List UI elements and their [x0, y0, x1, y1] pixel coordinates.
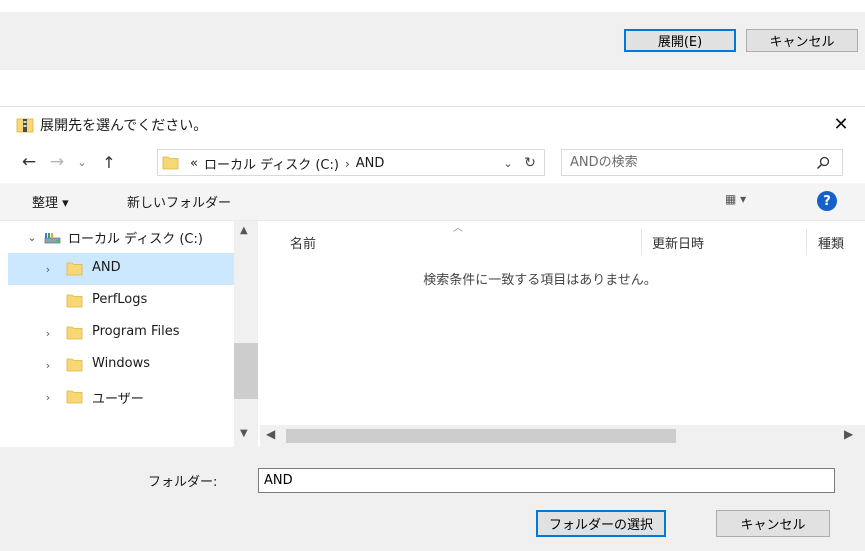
scrollbar-thumb[interactable] [286, 429, 676, 443]
folder-icon [162, 156, 179, 170]
tree-item-label: PerfLogs [92, 292, 148, 307]
breadcrumb-overflow[interactable]: « [190, 156, 198, 171]
recent-locations-chevron-icon[interactable]: ⌄ [74, 151, 90, 173]
new-folder-button[interactable]: 新しいフォルダー [127, 192, 231, 211]
tree-item-label: Windows [92, 356, 151, 371]
forward-arrow-icon[interactable]: → [46, 151, 68, 173]
chevron-right-icon[interactable]: › [42, 262, 54, 276]
refresh-icon[interactable]: ↻ [520, 153, 540, 173]
folder-icon [66, 358, 83, 372]
breadcrumb: « ローカル ディスク (C:) › AND [190, 154, 384, 173]
search-icon[interactable] [814, 154, 832, 172]
close-button[interactable]: ✕ [826, 110, 856, 138]
title-bar: 展開先を選んでください。 ✕ [0, 107, 865, 143]
dialog-footer: フォルダー: フォルダーの選択 キャンセル [0, 447, 865, 551]
scroll-down-icon[interactable]: ▼ [240, 428, 248, 439]
chevron-right-icon[interactable]: › [42, 326, 54, 340]
tree-item-label: ローカル ディスク (C:) [68, 232, 203, 247]
folder-icon [66, 390, 83, 404]
breadcrumb-local-disk[interactable]: ローカル ディスク (C:) [204, 154, 339, 173]
empty-message: 検索条件に一致する項目はありません。 [423, 273, 657, 288]
tree-item-program-files[interactable]: › Program Files [8, 317, 234, 349]
column-divider[interactable] [806, 229, 807, 255]
command-bar: 整理 ▾ 新しいフォルダー ▦ ▾ ? [0, 183, 865, 221]
expand-button[interactable]: 展開(E) [624, 29, 736, 52]
navigation-row: ← → ⌄ ↑ « ローカル ディスク (C:) › AND ⌄ ↻ [0, 143, 865, 181]
organize-button[interactable]: 整理 ▾ [32, 192, 69, 211]
background-cancel-button[interactable]: キャンセル [746, 29, 858, 52]
scroll-up-icon[interactable]: ▲ [240, 225, 248, 236]
address-bar[interactable]: « ローカル ディスク (C:) › AND ⌄ ↻ [157, 149, 545, 176]
column-divider[interactable] [641, 229, 642, 255]
back-arrow-icon[interactable]: ← [18, 151, 40, 173]
column-header-type[interactable]: 種類 [818, 233, 844, 252]
nav-scrollbar[interactable]: ▲ ▼ [234, 221, 258, 447]
zip-folder-icon [16, 118, 34, 133]
background-button-bar: 展開(E) キャンセル [0, 12, 865, 70]
folder-icon [66, 294, 83, 308]
navigation-pane: ⌄ ローカル ディスク (C:) › AND PerfLogs › Progra… [8, 221, 258, 447]
tree-item-users[interactable]: › ユーザー [8, 381, 234, 413]
folder-icon [66, 262, 83, 276]
breadcrumb-separator-icon[interactable]: › [345, 157, 350, 171]
tree-item-windows[interactable]: › Windows [8, 349, 234, 381]
scroll-left-icon[interactable]: ◀ [266, 427, 275, 441]
sort-indicator-icon: ︿ [453, 223, 463, 234]
drive-icon [44, 233, 61, 244]
tree-item-label: ユーザー [92, 392, 144, 407]
tree-item-local-disk[interactable]: ⌄ ローカル ディスク (C:) [8, 221, 234, 253]
column-header-date-modified[interactable]: 更新日時 [652, 233, 704, 252]
scrollbar-thumb[interactable] [234, 343, 258, 399]
search-input[interactable] [570, 153, 800, 172]
address-dropdown-icon[interactable]: ⌄ [500, 155, 516, 171]
tree-item-and[interactable]: › AND [8, 253, 234, 285]
dialog-title: 展開先を選んでください。 [40, 118, 208, 134]
folder-label: フォルダー: [148, 475, 218, 490]
cancel-button[interactable]: キャンセル [716, 510, 830, 537]
view-options-icon[interactable]: ▦ ▾ [725, 192, 746, 206]
column-header-name[interactable]: 名前 [290, 233, 316, 252]
select-folder-button[interactable]: フォルダーの選択 [536, 510, 666, 537]
breadcrumb-and[interactable]: AND [356, 156, 385, 171]
search-box[interactable] [561, 149, 843, 176]
help-icon[interactable]: ? [817, 191, 837, 211]
chevron-right-icon[interactable]: › [42, 390, 54, 404]
chevron-right-icon[interactable]: › [42, 358, 54, 372]
folder-icon [66, 326, 83, 340]
chevron-down-icon[interactable]: ⌄ [26, 230, 38, 244]
scroll-right-icon[interactable]: ▶ [844, 427, 853, 441]
tree-item-perflogs[interactable]: PerfLogs [8, 285, 234, 317]
folder-name-input[interactable] [258, 468, 835, 493]
folder-picker-dialog: 展開先を選んでください。 ✕ ← → ⌄ ↑ « ローカル ディスク (C:) … [0, 106, 865, 551]
file-list: ︿ 名前 更新日時 種類 検索条件に一致する項目はありません。 ◀ ▶ [260, 221, 865, 447]
tree-item-label: Program Files [92, 324, 180, 339]
up-arrow-icon[interactable]: ↑ [98, 151, 120, 173]
horizontal-scrollbar[interactable]: ◀ ▶ [260, 425, 865, 447]
tree-item-label: AND [92, 260, 121, 275]
